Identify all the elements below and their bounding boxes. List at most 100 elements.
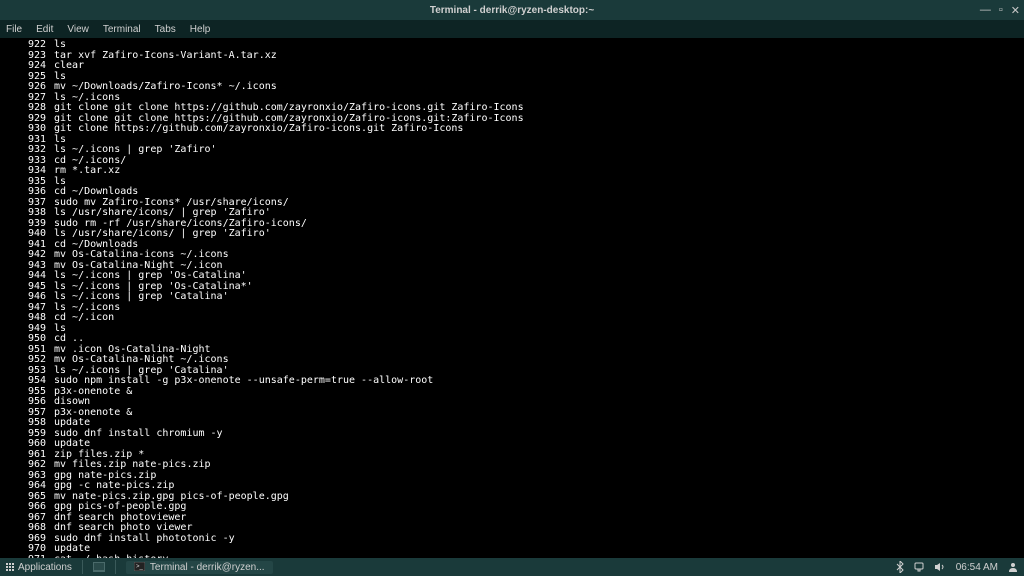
history-command: ls /usr/share/icons/ | grep 'Zafiro' (54, 229, 271, 240)
history-number: 922 (6, 40, 46, 51)
menubar: File Edit View Terminal Tabs Help (0, 20, 1024, 38)
history-number: 944 (6, 271, 46, 282)
history-line: 969sudo dnf install phototonic -y (6, 534, 1018, 545)
history-command: mv Os-Catalina-Night ~/.icons (54, 355, 229, 366)
history-line: 924 clear (6, 61, 1018, 72)
minimize-icon[interactable]: — (980, 4, 991, 17)
taskbar-left: Applications >_ Terminal - derrik@ryzen.… (6, 560, 273, 574)
history-line: 950cd .. (6, 334, 1018, 345)
history-line: 952 mv Os-Catalina-Night ~/.icons (6, 355, 1018, 366)
history-line: 970 update (6, 544, 1018, 555)
history-command: mv ~/Downloads/Zafiro-Icons* ~/.icons (54, 82, 277, 93)
history-line: 932 ls ~/.icons | grep 'Zafiro' (6, 145, 1018, 156)
taskbar-right: 06:54 AM (896, 561, 1018, 573)
history-line: 923tar xvf Zafiro-Icons-Variant-A.tar.xz (6, 51, 1018, 62)
history-number: 932 (6, 145, 46, 156)
history-command: cd ~/.icon (54, 313, 114, 324)
user-icon[interactable] (1008, 562, 1018, 573)
history-line: 960 update (6, 439, 1018, 450)
history-number: 948 (6, 313, 46, 324)
history-line: 958 update (6, 418, 1018, 429)
history-line: 935ls (6, 177, 1018, 188)
clock[interactable]: 06:54 AM (956, 562, 998, 573)
history-command: sudo npm install -g p3x-onenote --unsafe… (54, 376, 433, 387)
apps-grid-icon (6, 563, 14, 571)
history-number: 968 (6, 523, 46, 534)
history-number: 946 (6, 292, 46, 303)
applications-button[interactable]: Applications (6, 562, 72, 573)
history-command: gpg -c nate-pics.zip (54, 481, 174, 492)
history-command: git clone https://github.com/zayronxio/Z… (54, 124, 463, 135)
history-number: 952 (6, 355, 46, 366)
history-number: 958 (6, 418, 46, 429)
terminal-output[interactable]: 922 ls923tar xvf Zafiro-Icons-Variant-A.t… (0, 38, 1024, 558)
history-line: 946ls ~/.icons | grep 'Catalina' (6, 292, 1018, 303)
menu-view[interactable]: View (67, 24, 89, 35)
history-number: 930 (6, 124, 46, 135)
history-line: 954 sudo npm install -g p3x-onenote --uns… (6, 376, 1018, 387)
bluetooth-icon[interactable] (896, 561, 904, 573)
show-desktop-icon[interactable] (93, 562, 105, 573)
menu-tabs[interactable]: Tabs (155, 24, 176, 35)
history-line: 922 ls (6, 40, 1018, 51)
menu-edit[interactable]: Edit (36, 24, 53, 35)
history-number: 934 (6, 166, 46, 177)
maximize-icon[interactable]: ▫ (999, 4, 1003, 17)
history-command: gpg pics-of-people.gpg (54, 502, 186, 513)
history-line: 933cd ~/.icons/ (6, 156, 1018, 167)
volume-icon[interactable] (934, 562, 946, 573)
history-command: mv files.zip nate-pics.zip (54, 460, 211, 471)
history-number: 926 (6, 82, 46, 93)
history-number: 960 (6, 439, 46, 450)
history-command: update (54, 439, 90, 450)
history-line: 968 dnf search photo viewer (6, 523, 1018, 534)
history-number: 928 (6, 103, 46, 114)
history-line: 926 mv ~/Downloads/Zafiro-Icons* ~/.icons (6, 82, 1018, 93)
applications-label: Applications (18, 562, 72, 573)
history-number: 924 (6, 61, 46, 72)
history-number: 936 (6, 187, 46, 198)
history-line: 962mv files.zip nate-pics.zip (6, 460, 1018, 471)
taskbar-item-terminal[interactable]: >_ Terminal - derrik@ryzen... (126, 561, 273, 574)
history-line: 947ls ~/.icons (6, 303, 1018, 314)
history-command: git clone git clone https://github.com/z… (54, 103, 524, 114)
svg-text:>_: >_ (136, 564, 144, 570)
history-number: 940 (6, 229, 46, 240)
menu-terminal[interactable]: Terminal (103, 24, 141, 35)
history-line: 948 cd ~/.icon (6, 313, 1018, 324)
history-number: 942 (6, 250, 46, 261)
menu-file[interactable]: File (6, 24, 22, 35)
history-line: 938ls /usr/share/icons/ | grep 'Zafiro' (6, 208, 1018, 219)
history-command: ls (54, 40, 66, 51)
taskbar-divider (115, 560, 116, 574)
history-line: 940 ls /usr/share/icons/ | grep 'Zafiro' (6, 229, 1018, 240)
history-command: update (54, 544, 90, 555)
history-line: 964 gpg -c nate-pics.zip (6, 481, 1018, 492)
history-line: 944 ls ~/.icons | grep 'Os-Catalina' (6, 271, 1018, 282)
history-command: ls ~/.icons | grep 'Zafiro' (54, 145, 217, 156)
history-number: 966 (6, 502, 46, 513)
history-line: 957p3x-onenote & (6, 408, 1018, 419)
history-line: 966 gpg pics-of-people.gpg (6, 502, 1018, 513)
taskbar-item-label: Terminal - derrik@ryzen... (150, 562, 265, 573)
history-command: rm *.tar.xz (54, 166, 120, 177)
history-line: 936cd ~/Downloads (6, 187, 1018, 198)
history-number: 970 (6, 544, 46, 555)
history-line: 930 git clone https://github.com/zayronxi… (6, 124, 1018, 135)
history-number: 956 (6, 397, 46, 408)
history-command: dnf search photo viewer (54, 523, 192, 534)
history-line: 959sudo dnf install chromium -y (6, 429, 1018, 440)
history-command: tar xvf Zafiro-Icons-Variant-A.tar.xz (54, 51, 277, 62)
history-number: 954 (6, 376, 46, 387)
menu-help[interactable]: Help (190, 24, 211, 35)
history-command: update (54, 418, 90, 429)
history-command: ls ~/.icons | grep 'Os-Catalina' (54, 271, 247, 282)
close-icon[interactable]: ✕ (1011, 4, 1020, 17)
history-command: ls /usr/share/icons/ | grep 'Zafiro' (54, 208, 271, 219)
history-number: 964 (6, 481, 46, 492)
history-command: clear (54, 61, 84, 72)
history-number: 950 (6, 334, 46, 345)
notification-icon[interactable] (914, 562, 924, 573)
window-controls: — ▫ ✕ (980, 4, 1020, 17)
taskbar-divider (82, 560, 83, 574)
